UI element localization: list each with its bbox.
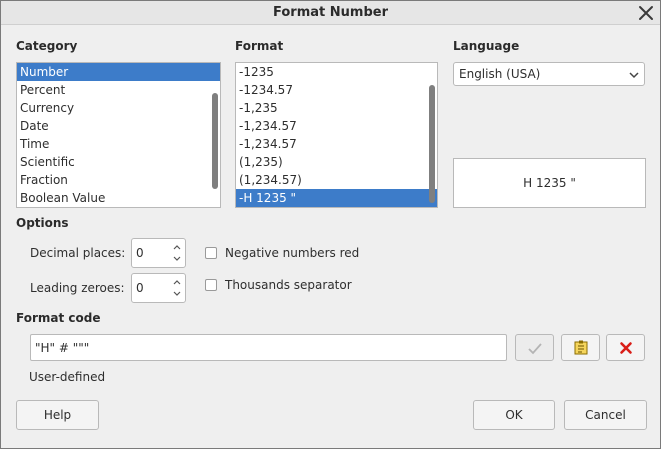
ok-button[interactable]: OK (473, 400, 555, 430)
cancel-button[interactable]: Cancel (564, 400, 647, 430)
checkmark-icon (528, 343, 542, 355)
format-preview: H 1235 " (453, 158, 646, 208)
format-code-value: "H" # """ (35, 341, 90, 355)
category-scrollbar[interactable] (212, 93, 218, 189)
thousands-separator-checkbox[interactable] (205, 279, 217, 291)
category-list-item[interactable]: Time (17, 135, 220, 153)
category-list-item[interactable]: Number (17, 63, 220, 81)
leading-zeroes-label: Leading zeroes: (30, 281, 125, 295)
format-scrollbar[interactable] (429, 85, 435, 203)
note-icon (574, 340, 588, 355)
close-icon (639, 6, 653, 20)
category-list-item[interactable]: Fraction (17, 171, 220, 189)
format-list-item[interactable]: -1235 (236, 63, 437, 81)
leading-zeroes-spinner[interactable]: 0 (131, 273, 186, 303)
title-bar: Format Number (1, 1, 660, 25)
negative-red-label: Negative numbers red (225, 246, 360, 260)
options-label: Options (16, 216, 69, 230)
help-button[interactable]: Help (16, 400, 99, 430)
format-code-input[interactable]: "H" # """ (30, 334, 507, 361)
close-button[interactable] (636, 3, 656, 23)
negative-red-checkbox[interactable] (205, 247, 217, 259)
category-list-item[interactable]: Percent (17, 81, 220, 99)
spin-arrows-icon[interactable] (171, 241, 183, 265)
format-list-item[interactable]: -1,234.57 (236, 117, 437, 135)
format-list-item[interactable]: (1,234.57) (236, 171, 437, 189)
language-dropdown[interactable]: English (USA) (453, 62, 645, 86)
spin-arrows-icon[interactable] (171, 276, 183, 300)
format-list-item[interactable]: -H 1235 " (236, 189, 437, 207)
language-value: English (USA) (459, 67, 541, 81)
category-list-item[interactable]: Date (17, 117, 220, 135)
category-list-item[interactable]: Scientific (17, 153, 220, 171)
chevron-down-icon (629, 72, 639, 79)
format-list-item[interactable]: (1,235) (236, 153, 437, 171)
delete-icon (620, 342, 632, 354)
delete-code-button[interactable] (606, 334, 645, 361)
format-label: Format (235, 39, 284, 53)
category-list-item[interactable]: Currency (17, 99, 220, 117)
apply-code-button[interactable] (515, 334, 554, 361)
decimal-places-label: Decimal places: (30, 246, 126, 260)
dialog-title: Format Number (273, 5, 388, 20)
category-label: Category (16, 39, 78, 53)
format-code-label: Format code (16, 311, 101, 325)
preview-text: H 1235 " (523, 176, 576, 190)
thousands-separator-label: Thousands separator (225, 278, 352, 292)
format-list[interactable]: -1235 -1234.57 -1,235 -1,234.57 -1,234.57 (1,… (235, 62, 438, 208)
format-list-item[interactable]: -1,235 (236, 99, 437, 117)
format-list-item[interactable]: -1234.57 (236, 81, 437, 99)
category-list-item[interactable]: Boolean Value (17, 189, 220, 207)
format-code-status: User-defined (29, 370, 106, 384)
format-number-dialog: Format Number Category Number Percent Curr… (0, 0, 661, 449)
category-list[interactable]: Number Percent Currency Date Time Scientific F… (16, 62, 221, 208)
leading-zeroes-value: 0 (136, 281, 144, 295)
edit-comment-button[interactable] (561, 334, 600, 361)
format-list-item[interactable]: -1,234.57 (236, 135, 437, 153)
decimal-places-spinner[interactable]: 0 (131, 238, 186, 268)
language-label: Language (453, 39, 520, 53)
decimal-places-value: 0 (136, 246, 144, 260)
